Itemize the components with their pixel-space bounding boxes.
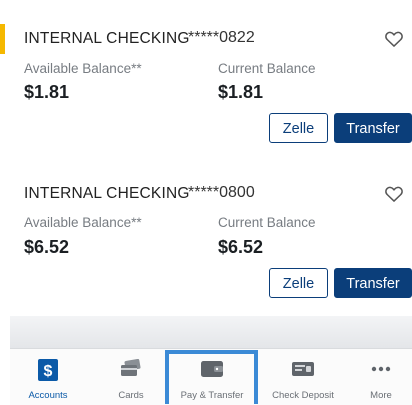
available-balance-label: Available Balance** bbox=[24, 61, 142, 76]
selected-account-indicator bbox=[0, 24, 5, 54]
more-icon bbox=[371, 366, 391, 372]
tab-label: Check Deposit bbox=[272, 390, 334, 401]
tab-accounts[interactable]: $ Accounts bbox=[10, 349, 86, 405]
heart-icon[interactable] bbox=[384, 184, 404, 204]
account-name: INTERNAL CHECKING bbox=[24, 185, 190, 202]
zelle-button[interactable]: Zelle bbox=[269, 268, 328, 298]
current-balance-value: $1.81 bbox=[218, 82, 264, 102]
wallet-icon bbox=[201, 361, 223, 377]
current-balance-label: Current Balance bbox=[218, 61, 316, 76]
tab-check-deposit[interactable]: Check Deposit bbox=[262, 349, 344, 405]
cards-icon bbox=[121, 359, 141, 376]
svg-text:$: $ bbox=[44, 363, 53, 380]
tab-label: More bbox=[370, 390, 392, 401]
account-card[interactable]: INTERNAL CHECKING *****0822 Available Ba… bbox=[10, 0, 412, 161]
zelle-button[interactable]: Zelle bbox=[269, 113, 328, 143]
tab-label: Accounts bbox=[28, 390, 68, 401]
bottom-tab-bar: $ Accounts Cards Pay & Transfer Check De… bbox=[10, 348, 412, 405]
account-name: INTERNAL CHECKING bbox=[24, 30, 190, 47]
tab-cards[interactable]: Cards bbox=[96, 349, 166, 405]
tab-more[interactable]: More bbox=[350, 349, 412, 405]
available-balance-value: $6.52 bbox=[24, 237, 70, 257]
current-balance-label: Current Balance bbox=[218, 215, 316, 230]
account-card[interactable]: INTERNAL CHECKING *****0800 Available Ba… bbox=[10, 160, 412, 316]
scroll-fade-band bbox=[10, 316, 412, 348]
available-balance-label: Available Balance** bbox=[24, 215, 142, 230]
account-number: *****0800 bbox=[188, 184, 255, 201]
heart-icon[interactable] bbox=[384, 29, 404, 49]
tab-label: Pay & Transfer bbox=[180, 390, 244, 401]
transfer-button[interactable]: Transfer bbox=[334, 268, 412, 298]
dollar-icon: $ bbox=[38, 359, 58, 381]
current-balance-value: $6.52 bbox=[218, 237, 264, 257]
check-deposit-icon bbox=[292, 362, 314, 376]
transfer-button[interactable]: Transfer bbox=[334, 113, 412, 143]
tab-label: Cards bbox=[118, 390, 144, 401]
account-number: *****0822 bbox=[188, 29, 255, 46]
tab-pay-transfer[interactable]: Pay & Transfer bbox=[170, 349, 254, 405]
available-balance-value: $1.81 bbox=[24, 82, 70, 102]
